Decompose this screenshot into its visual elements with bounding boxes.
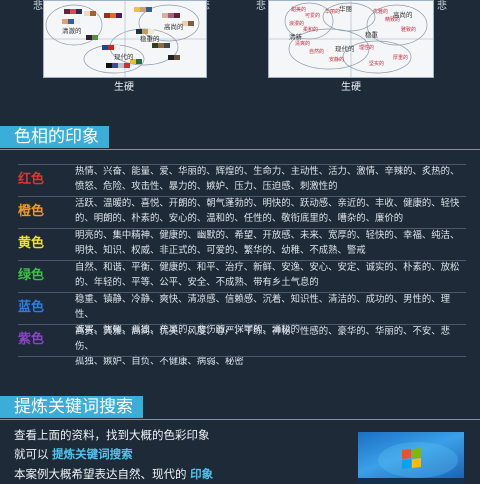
highlight-keyword-search: 提炼关键词搜索 bbox=[52, 447, 133, 461]
keyword-line: 高贵、典雅、高尚、优美、风度、尊严、干练、神秘、性感的、豪华的、华丽的、不安、悲… bbox=[75, 326, 451, 352]
cluster-label: 现代的 bbox=[335, 44, 355, 53]
hue-keywords-green: 自然、和谐、平衡、健康的、和平、治疗、新鲜、安逸、安心、安定、诚实的、朴素的、放… bbox=[75, 260, 467, 290]
hue-keywords-red: 热情、兴奋、能量、爱、华丽的、辉煌的、生命力、主动性、活力、激情、辛辣的、炙热的… bbox=[75, 164, 467, 194]
row-divider bbox=[18, 356, 466, 357]
svg-text:可爱的: 可爱的 bbox=[305, 12, 320, 19]
axis-label-left: 生硬 bbox=[114, 82, 134, 93]
cluster-label: 稳重 bbox=[365, 30, 379, 39]
windows-desktop-thumbnail bbox=[358, 432, 464, 484]
svg-text:清爽的: 清爽的 bbox=[295, 40, 310, 47]
svg-text:雅致的: 雅致的 bbox=[401, 26, 416, 33]
keyword-line: 的、年轻的、平等、公平、安全、不成熟、带有乡土气息的 bbox=[75, 277, 319, 288]
section-divider bbox=[0, 419, 480, 420]
cluster-label: 高尚的 bbox=[393, 10, 413, 19]
cluster-label: 华丽 bbox=[339, 4, 353, 13]
corner-label: 悲 bbox=[33, 1, 43, 12]
chart-graphic: 甜美的可爱的浪漫的 柔和的华丽的 优雅的精致的雅致的 清爽的自然的安静的 理性的… bbox=[269, 1, 433, 77]
section-divider bbox=[0, 149, 480, 150]
svg-text:安静的: 安静的 bbox=[329, 56, 344, 63]
color-image-scale-chart-left: 清澈的 高尚的 稳重的 现代的 bbox=[43, 0, 207, 78]
description-line-2: 就可以 提炼关键词搜索 bbox=[14, 446, 133, 462]
svg-text:自然的: 自然的 bbox=[309, 48, 324, 55]
cluster-label: 高尚的 bbox=[164, 22, 184, 31]
svg-text:浪漫的: 浪漫的 bbox=[289, 20, 304, 27]
section-title-hue: 色相的印象 bbox=[0, 126, 109, 148]
hue-keywords-purple: 高贵、典雅、高尚、优美、风度、尊严、干练、神秘、性感的、豪华的、华丽的、不安、悲… bbox=[75, 324, 467, 369]
cluster-label: 清澈的 bbox=[62, 26, 82, 35]
description-line-1: 查看上面的资料，找到大概的色彩印象 bbox=[14, 428, 210, 442]
hue-name-yellow: 黄色 bbox=[18, 236, 45, 251]
hue-name-orange: 橙色 bbox=[18, 204, 45, 219]
hue-keywords-orange: 活跃、温暖的、喜悦、开朗的、朝气蓬勃的、明快的、跃动感、亲近的、丰收、健康的、轻… bbox=[75, 196, 467, 226]
keyword-line: 热情、兴奋、能量、爱、华丽的、辉煌的、生命力、主动性、活力、激情、辛辣的、炙热的… bbox=[75, 166, 460, 177]
hue-name-purple: 紫色 bbox=[18, 332, 45, 347]
section-title-keyword: 提炼关键词搜索 bbox=[0, 396, 143, 418]
hue-name-blue: 蓝色 bbox=[18, 300, 45, 315]
keyword-line: 的、明朗的、朴素的、安心的、温和的、任性的、敬衔底里的、嘈杂的、廉价的 bbox=[75, 213, 404, 224]
hue-name-red: 红色 bbox=[18, 172, 45, 187]
hue-keywords-yellow: 明亮的、集中精神、健康的、幽默的、希望、开放感、未来、宽厚的、轻快的、幸福、纯洁… bbox=[75, 228, 467, 258]
keyword-line: 活跃、温暖的、喜悦、开朗的、朝气蓬勃的、明快的、跃动感、亲近的、丰收、健康的、轻… bbox=[75, 198, 460, 209]
svg-text:华丽的: 华丽的 bbox=[325, 8, 340, 15]
svg-text:坚实的: 坚实的 bbox=[369, 60, 384, 67]
svg-text:理性的: 理性的 bbox=[359, 44, 374, 51]
keyword-line: 稳重、镇静、冷静、爽快、清凉感、信赖感、沉着、知识性、清洁的、成功的、男性的、理… bbox=[75, 294, 451, 320]
windows-logo-icon bbox=[358, 442, 464, 484]
hue-name-green: 绿色 bbox=[18, 268, 45, 283]
keyword-line: 明快、知识、权威、非正式的、可爱的、繁华的、幼稚、不成熟、警戒 bbox=[75, 245, 366, 256]
svg-text:厚重的: 厚重的 bbox=[393, 54, 408, 61]
svg-text:甜美的: 甜美的 bbox=[291, 6, 306, 13]
description-text: 就可以 bbox=[14, 447, 49, 461]
svg-text:优雅的: 优雅的 bbox=[373, 8, 388, 15]
color-image-scale-chart-right: 甜美的 可爱的 浪漫的 柔和的 华丽的 优雅的 精致的 雅致的 清爽的 自然的 安静的 理性的… bbox=[268, 0, 434, 78]
corner-label: 悲 bbox=[256, 1, 266, 12]
cluster-label: 稳重的 bbox=[140, 34, 160, 43]
keyword-line: 愤怒、危险、攻击性、暴力的、嫉妒、压力、压迫感、刺激性的 bbox=[75, 181, 338, 192]
corner-label: 悲 bbox=[437, 1, 447, 12]
axis-label-right: 生硬 bbox=[341, 82, 361, 93]
cluster-label: 清新 bbox=[289, 32, 303, 41]
highlight-impression: 印象 bbox=[190, 467, 214, 481]
keyword-line: 明亮的、集中精神、健康的、幽默的、希望、开放感、未来、宽厚的、轻快的、幸福、纯洁… bbox=[75, 230, 460, 241]
chart-graphic: 清澈的 高尚的 稳重的 现代的 bbox=[44, 1, 206, 77]
svg-text:柔和的: 柔和的 bbox=[303, 26, 318, 33]
description-text: 本案例大概希望表达自然、现代的 bbox=[14, 467, 187, 481]
keyword-line: 自然、和谐、平衡、健康的、和平、治疗、新鲜、安逸、安心、安定、诚实的、朴素的、放… bbox=[75, 262, 460, 273]
cluster-label: 现代的 bbox=[114, 52, 134, 61]
